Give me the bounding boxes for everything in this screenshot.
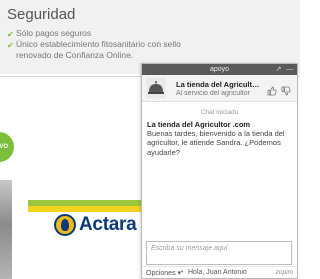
thumbs-down-icon[interactable]: [281, 83, 291, 96]
thumbs-up-icon[interactable]: [267, 83, 277, 96]
chat-footer: Opciones ▾ • Hola, Juan Antonio zopim: [142, 266, 297, 279]
chat-header[interactable]: apoyo ↗ —: [142, 64, 297, 75]
service-bell-icon: [148, 81, 164, 94]
chat-widget: apoyo ↗ — La tienda del Agricultor .com …: [141, 63, 298, 279]
agent-tagline: Al servicio del agricultor: [176, 90, 250, 97]
security-item: ✔ Único establecimiento fitosanitario co…: [7, 39, 181, 50]
agent-name: La tienda del Agricultor .com: [176, 80, 264, 89]
actara-banner[interactable]: Actara: [28, 200, 152, 238]
product-photo[interactable]: [0, 180, 12, 279]
agent-bar: La tienda del Agricultor .com Al servici…: [142, 75, 297, 102]
minimize-icon[interactable]: —: [285, 65, 294, 74]
zopim-brand[interactable]: zopim: [276, 269, 293, 276]
footer-separator: •: [181, 269, 184, 276]
visitor-greeting: Hola, Juan Antonio: [188, 269, 247, 276]
message-sender: La tienda del Agricultor .com: [147, 120, 251, 129]
actara-logo-icon: [54, 214, 76, 236]
security-item-label: Único establecimiento fitosanitario con …: [16, 39, 181, 49]
security-item-label: Sólo pagos seguros: [16, 28, 92, 38]
banner-stripe-yellow: [28, 206, 152, 212]
promo-badge[interactable]: VO: [0, 132, 14, 162]
popout-icon[interactable]: ↗: [274, 65, 283, 74]
options-menu[interactable]: Opciones ▾: [146, 269, 181, 277]
message-input[interactable]: [146, 241, 292, 265]
banner-brand-name: Actara: [79, 214, 137, 235]
agent-avatar: [146, 78, 166, 98]
security-title: Seguridad: [7, 6, 76, 23]
message-text: Buenas tardes, bienvenido a la tienda de…: [147, 129, 285, 157]
promo-badge-text: VO: [0, 144, 8, 150]
security-item-label: renovado de Confianza Online.: [16, 50, 134, 60]
chat-status: Chat iniciado: [200, 109, 239, 116]
security-list: ✔ Sólo pagos seguros ✔ Único establecimi…: [7, 28, 181, 61]
security-item-continued: renovado de Confianza Online.: [7, 50, 181, 61]
security-item: ✔ Sólo pagos seguros: [7, 28, 181, 39]
